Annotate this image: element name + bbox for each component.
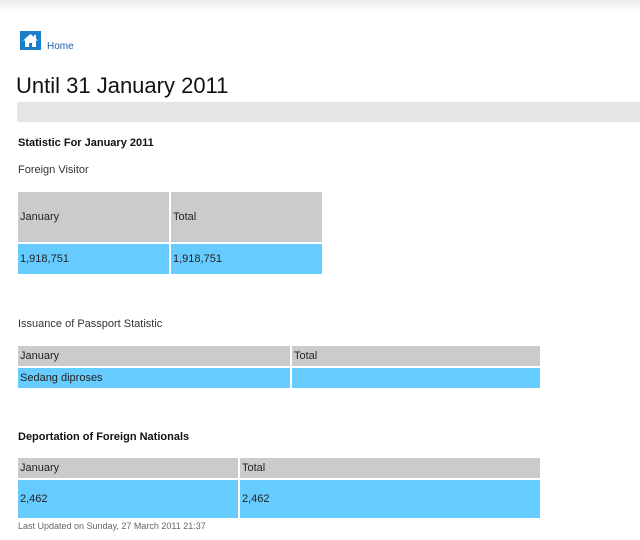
page-title: Until 31 January 2011 bbox=[16, 73, 229, 98]
table-header-row: January Total bbox=[18, 346, 540, 366]
top-shadow-bar bbox=[0, 0, 640, 12]
cell-january-value: 2,462 bbox=[18, 480, 238, 518]
statistic-section-title: Statistic For January 2011 bbox=[18, 137, 154, 149]
table-row: 1,918,751 1,918,751 bbox=[18, 244, 322, 274]
deportation-section-title: Deportation of Foreign Nationals bbox=[18, 431, 190, 443]
passport-table: January Total Sedang diproses bbox=[16, 344, 542, 390]
foreign-visitor-table: January Total 1,918,751 1,918,751 bbox=[16, 190, 324, 276]
table-row: 2,462 2,462 bbox=[18, 480, 540, 518]
table-header-row: January Total bbox=[18, 192, 322, 242]
cell-total-value: 2,462 bbox=[240, 480, 540, 518]
cell-total-value: 1,918,751 bbox=[171, 244, 322, 274]
cell-total-value bbox=[292, 368, 540, 388]
deportation-table: January Total 2,462 2,462 bbox=[16, 456, 542, 520]
header-cell-total: Total bbox=[240, 458, 540, 478]
passport-section-title: Issuance of Passport Statistic bbox=[18, 318, 163, 330]
table-row: Sedang diproses bbox=[18, 368, 540, 388]
home-icon[interactable] bbox=[20, 31, 41, 50]
header-cell-total: Total bbox=[171, 192, 322, 242]
home-link[interactable]: Home bbox=[47, 41, 74, 52]
header-cell-january: January bbox=[18, 192, 169, 242]
cell-january-value: 1,918,751 bbox=[18, 244, 169, 274]
title-underline-bar bbox=[17, 102, 640, 122]
header-cell-january: January bbox=[18, 458, 238, 478]
foreign-visitor-title: Foreign Visitor bbox=[18, 164, 89, 176]
table-header-row: January Total bbox=[18, 458, 540, 478]
cell-january-value: Sedang diproses bbox=[18, 368, 290, 388]
header-cell-total: Total bbox=[292, 346, 540, 366]
last-updated-text: Last Updated on Sunday, 27 March 2011 21… bbox=[18, 521, 206, 531]
header-cell-january: January bbox=[18, 346, 290, 366]
